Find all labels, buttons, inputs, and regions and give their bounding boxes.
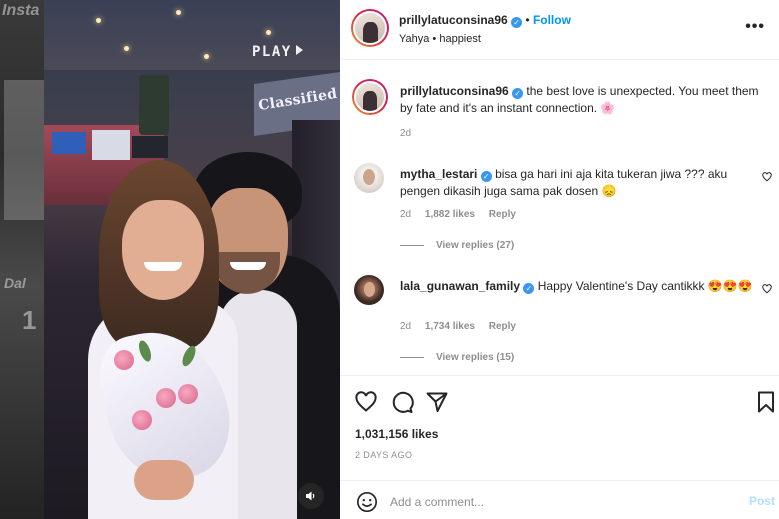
verified-badge-icon: ✓ <box>511 17 523 28</box>
comment-meta: 2d 1,882 likes Reply <box>400 209 527 220</box>
background-text: Insta <box>2 2 40 19</box>
caption-avatar[interactable] <box>352 79 388 115</box>
share-paper-plane-icon[interactable] <box>425 390 449 414</box>
view-replies-button[interactable]: View replies (15) <box>400 352 514 363</box>
comment-time[interactable]: 2d <box>400 209 411 220</box>
sound-toggle-button[interactable] <box>298 483 324 509</box>
author-avatar[interactable] <box>351 9 389 47</box>
like-comment-heart-icon[interactable] <box>762 172 772 182</box>
reply-button[interactable]: Reply <box>489 321 516 332</box>
follow-button[interactable]: Follow <box>533 13 571 27</box>
verified-badge-icon: ✓ <box>523 283 535 294</box>
post-subtitle[interactable]: Yahya • happiest <box>399 33 481 45</box>
more-options-icon[interactable]: ••• <box>745 18 765 36</box>
post-actions: 1,031,156 likes 2 DAYS AGO Post <box>340 375 779 519</box>
verified-badge-icon: ✓ <box>480 171 492 182</box>
view-replies-label: View replies (15) <box>436 352 515 363</box>
comment-likes[interactable]: 1,882 likes <box>425 209 475 220</box>
separator: • <box>525 13 530 27</box>
play-overlay-label: PLAY <box>252 44 303 60</box>
replies-divider <box>400 245 424 246</box>
author-username[interactable]: prillylatuconsina96 <box>399 13 508 27</box>
background-previous-post: Insta Dal 1 <box>0 0 44 519</box>
post-header: prillylatuconsina96 ✓ • Follow Yahya • h… <box>340 0 779 60</box>
comment-composer: Post <box>340 480 779 519</box>
comment-text: Happy Valentine's Day cantikkk 😍😍😍 <box>537 279 753 293</box>
comment-bubble-icon[interactable] <box>390 390 414 414</box>
like-heart-icon[interactable] <box>354 390 378 414</box>
background-text: Dal <box>4 275 26 291</box>
comment-time[interactable]: 2d <box>400 321 411 332</box>
post-date[interactable]: 2 DAYS AGO <box>355 450 412 460</box>
post-details-panel: prillylatuconsina96 ✓ • Follow Yahya • h… <box>340 0 779 519</box>
instagram-post-modal: Insta Dal 1 Classified PLAY prillylatuco… <box>0 0 779 519</box>
likes-count[interactable]: 1,031,156 likes <box>355 427 438 441</box>
commenter-username[interactable]: lala_gunawan_family <box>400 279 520 293</box>
view-replies-label: View replies (27) <box>436 240 515 251</box>
commenter-username[interactable]: mytha_lestari <box>400 167 477 181</box>
commenter-avatar[interactable] <box>354 275 384 305</box>
comment-likes[interactable]: 1,734 likes <box>425 321 475 332</box>
caption-username[interactable]: prillylatuconsina96 <box>400 84 509 98</box>
like-comment-heart-icon[interactable] <box>762 284 772 294</box>
reply-button[interactable]: Reply <box>489 209 516 220</box>
background-text: 1 <box>22 305 37 335</box>
caption-time[interactable]: 2d <box>400 128 411 139</box>
emoji-icon[interactable] <box>356 491 378 513</box>
view-replies-button[interactable]: View replies (27) <box>400 240 514 251</box>
post-comment-button[interactable]: Post <box>749 494 775 508</box>
save-bookmark-icon[interactable] <box>754 390 778 414</box>
verified-badge-icon: ✓ <box>512 88 524 99</box>
speaker-icon <box>306 491 315 501</box>
replies-divider <box>400 357 424 358</box>
play-icon <box>295 45 303 55</box>
comment-meta: 2d 1,734 likes Reply <box>400 321 527 332</box>
comment-input[interactable] <box>390 492 720 512</box>
commenter-avatar[interactable] <box>354 163 384 193</box>
post-video[interactable]: Classified PLAY <box>44 0 340 519</box>
